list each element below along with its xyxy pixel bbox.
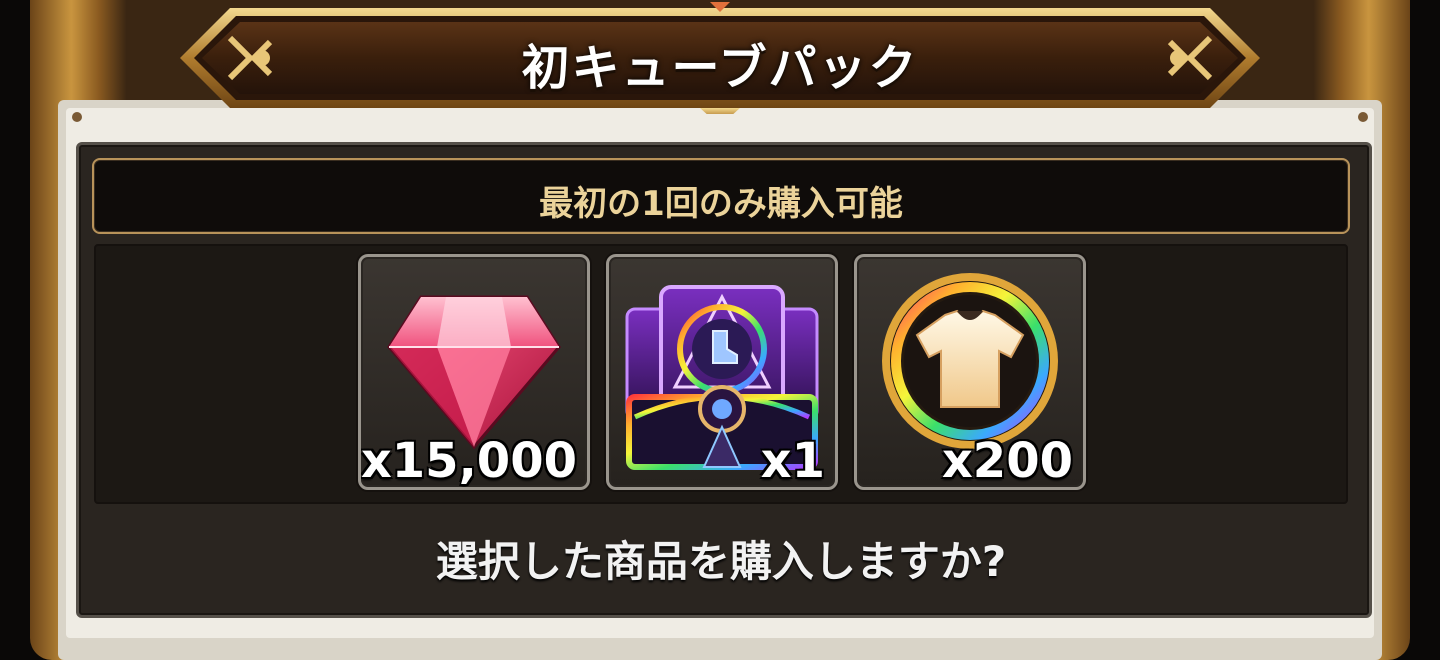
frame-rivet: [72, 112, 82, 122]
frame-rivet: [1358, 112, 1368, 122]
item-slot-card-chest[interactable]: x1: [606, 254, 838, 490]
dialog-title: 初キューブパック: [521, 40, 919, 96]
purchase-limit-text: 最初の1回のみ購入可能: [539, 184, 903, 224]
item-quantity: x15,000: [360, 433, 577, 489]
title-banner: 初キューブパック: [160, 2, 1280, 114]
item-slot-shirt-coin[interactable]: x200: [854, 254, 1086, 490]
item-slot-gems[interactable]: x15,000: [358, 254, 590, 490]
item-quantity: x1: [760, 433, 825, 489]
purchase-confirm-question: 選択した商品を購入しますか?: [435, 537, 1007, 586]
purchase-limit-bar: 最初の1回のみ購入可能: [92, 158, 1350, 234]
item-quantity: x200: [941, 433, 1073, 489]
